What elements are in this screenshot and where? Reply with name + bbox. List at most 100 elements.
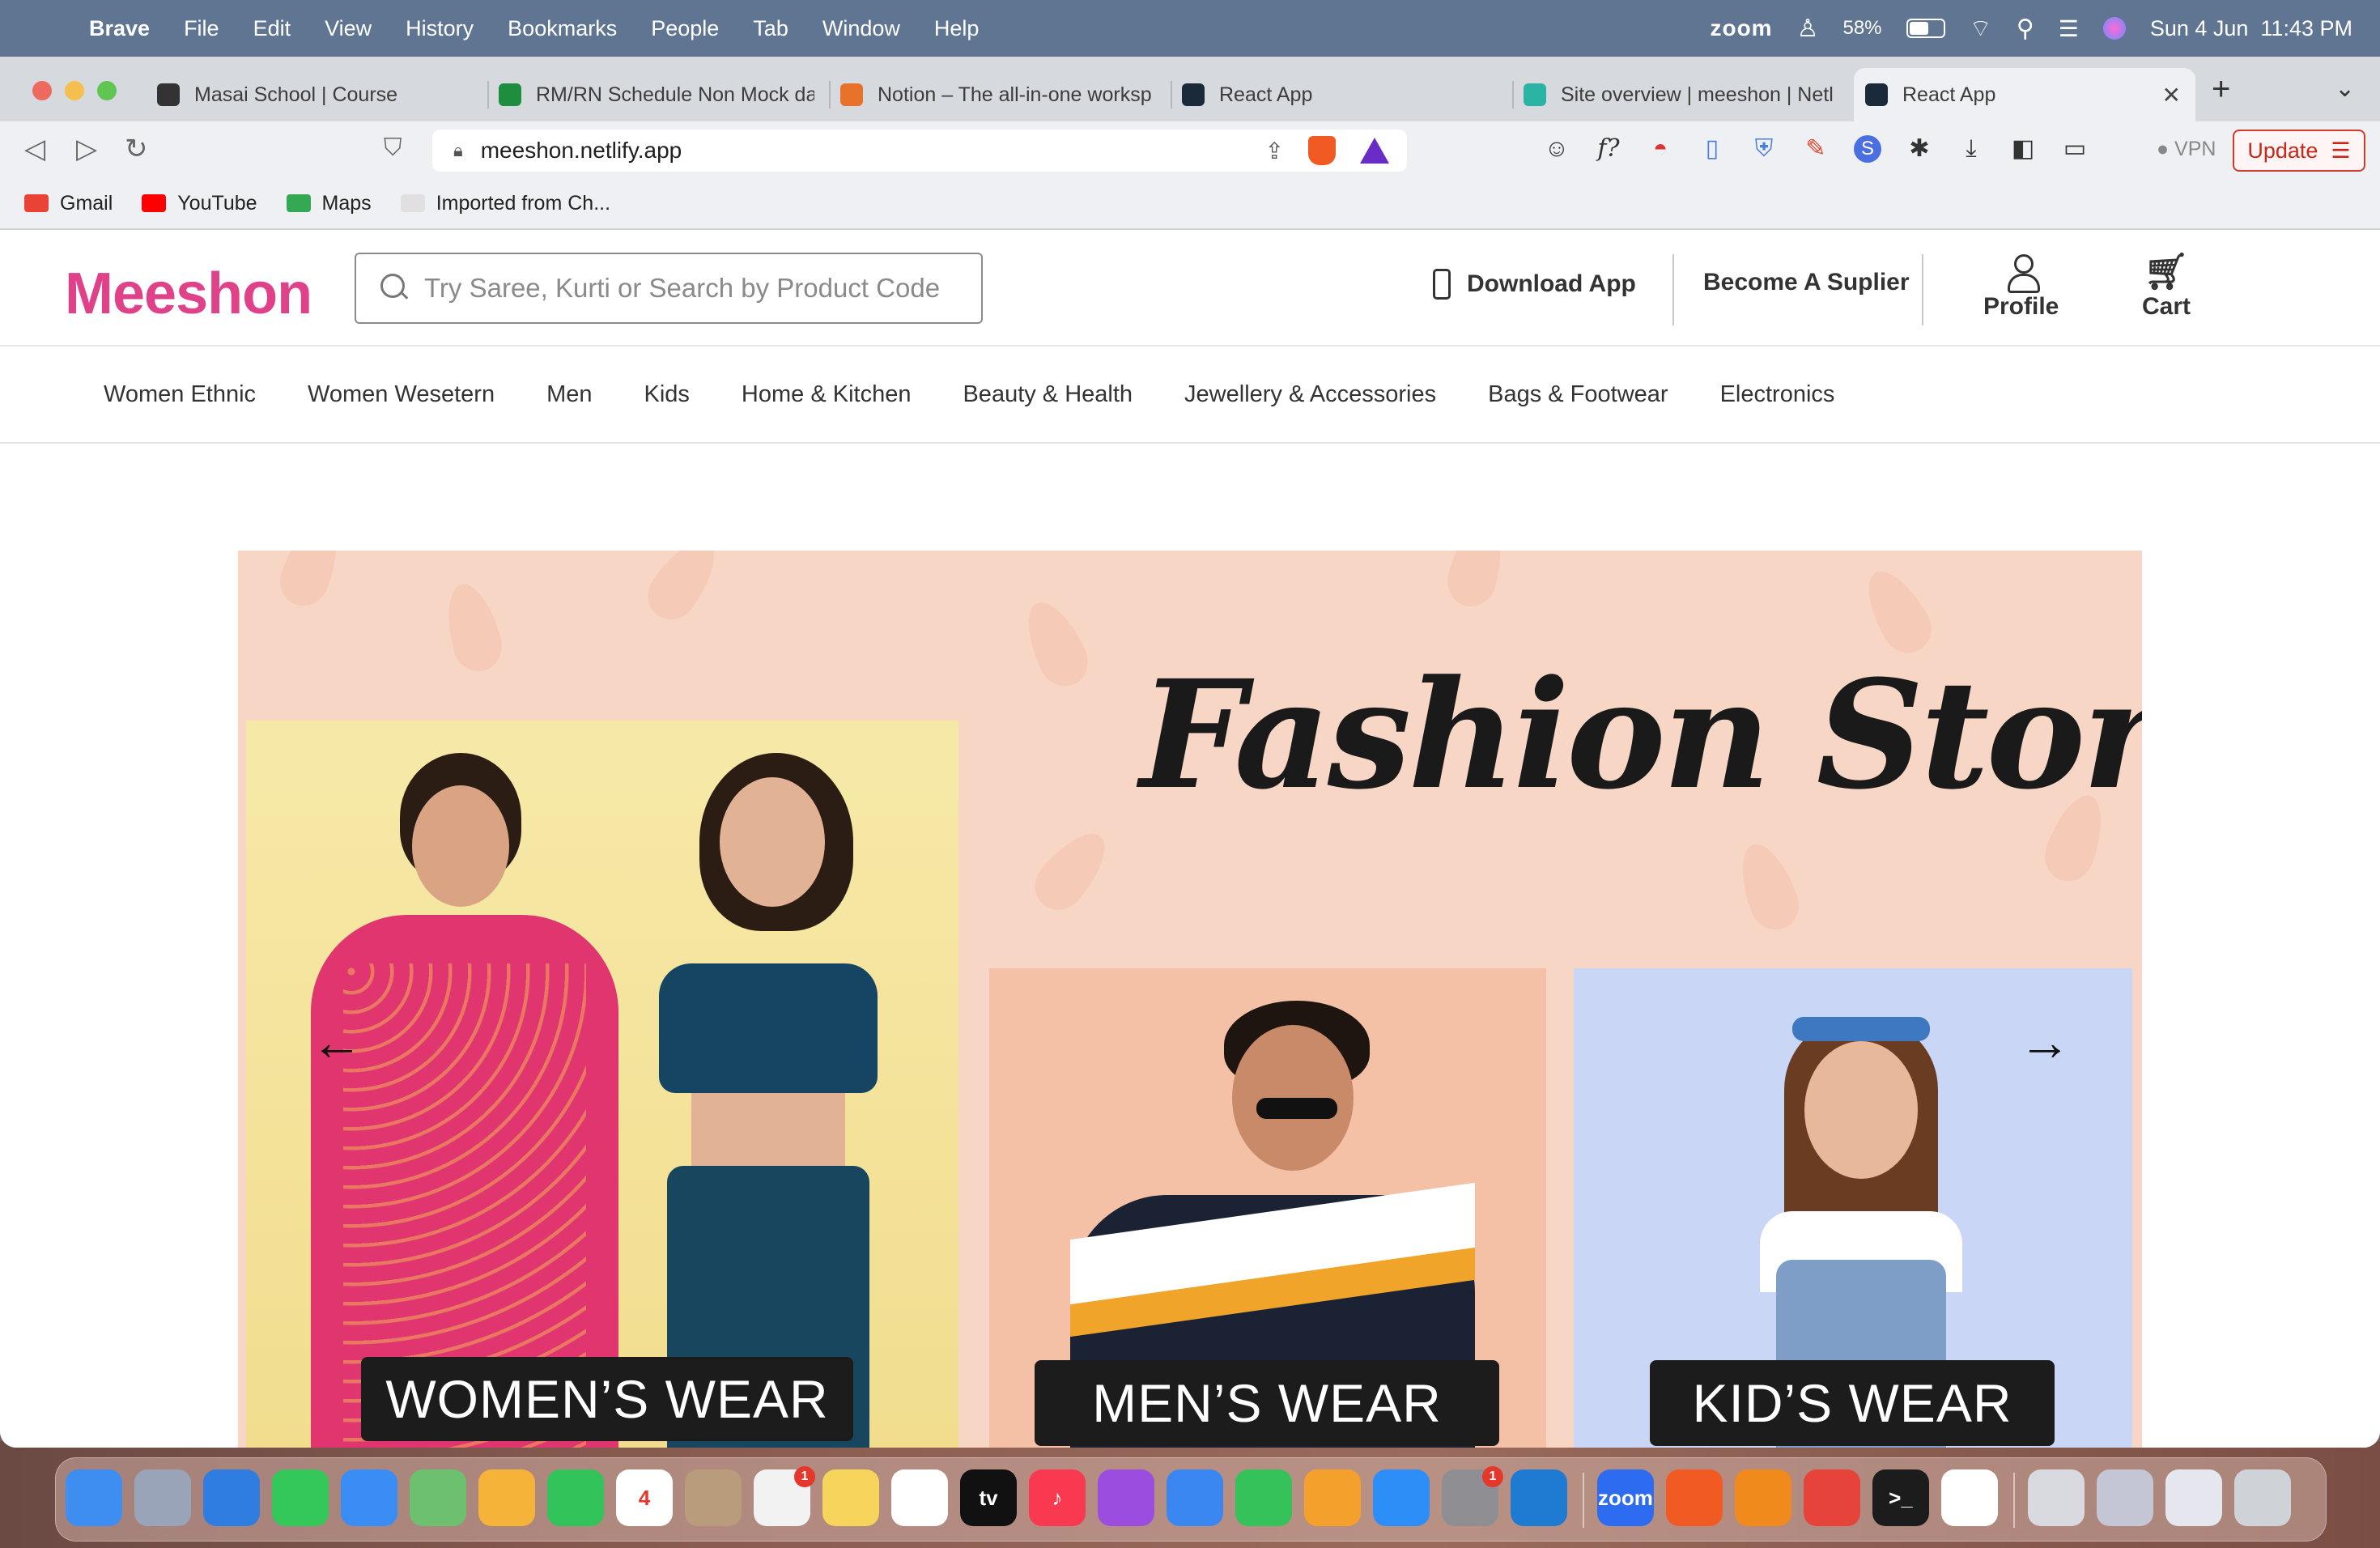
extension-s-icon[interactable]: S [1854, 134, 1881, 163]
dock-launchpad-icon[interactable] [134, 1469, 191, 1526]
dock-system-settings-icon[interactable]: 1 [1442, 1466, 1503, 1526]
category-link[interactable]: Kids [644, 381, 690, 408]
site-logo[interactable]: Meeshon [65, 261, 312, 327]
downloads-icon[interactable]: ⤓ [1957, 135, 1985, 163]
battery-icon[interactable] [1906, 19, 1945, 38]
control-center-icon[interactable]: ☰ [2059, 15, 2079, 42]
category-link[interactable]: Beauty & Health [963, 381, 1133, 408]
extension-clipboard-icon[interactable]: ▯ [1698, 134, 1726, 163]
clock[interactable]: Sun 4 Jun 11:43 PM [2150, 16, 2352, 41]
dock-zoom-icon[interactable]: zoom [1597, 1469, 1654, 1526]
menu-tab[interactable]: Tab [753, 16, 788, 41]
womens-wear-panel[interactable]: WOMEN’S WEAR [246, 721, 958, 1448]
browser-tab[interactable]: RM/RN Schedule Non Mock da [487, 68, 829, 121]
wallet-icon[interactable]: ▭ [2061, 134, 2089, 163]
dock-messages-icon[interactable] [272, 1469, 329, 1526]
menu-people[interactable]: People [651, 16, 719, 41]
dock-keynote-icon[interactable] [1167, 1469, 1223, 1526]
category-link[interactable]: Women Wesetern [308, 381, 495, 408]
menu-window[interactable]: Window [822, 16, 900, 41]
dock-podcasts-icon[interactable] [1098, 1469, 1154, 1526]
address-bar[interactable]: 🔒︎ meeshon.netlify.app ⇪ [432, 130, 1407, 172]
dock-contacts-icon[interactable] [685, 1469, 742, 1526]
update-button[interactable]: Update ☰ [2233, 130, 2365, 172]
mens-wear-panel[interactable]: MEN’S WEAR [989, 968, 1546, 1448]
back-button[interactable]: ◁ [24, 133, 45, 165]
brave-rewards-icon[interactable] [1360, 138, 1389, 164]
become-supplier-link[interactable]: Become A Suplier [1703, 269, 1910, 296]
zoom-status-icon[interactable]: zoom [1710, 15, 1772, 41]
spotlight-search-icon[interactable]: ⚲ [2017, 15, 2034, 43]
alto-status-icon[interactable]: ♙ [1797, 15, 1819, 43]
browser-tab[interactable]: React App ✕ [1854, 68, 2195, 121]
menu-view[interactable]: View [325, 16, 372, 41]
dock-vscode-icon[interactable] [1511, 1469, 1567, 1526]
close-window-button[interactable] [32, 81, 52, 100]
carousel-next-arrow-icon[interactable]: → [2019, 1012, 2071, 1072]
new-tab-button[interactable]: + [2212, 71, 2230, 108]
extension-colorpicker-icon[interactable]: ✎ [1802, 134, 1830, 163]
browser-tab[interactable]: React App [1171, 68, 1512, 121]
menu-file[interactable]: File [184, 16, 219, 41]
cart-button[interactable]: 🛒︎ Cart [2142, 253, 2191, 321]
dock-trash-icon[interactable] [2234, 1469, 2291, 1526]
dock-brave-icon[interactable] [1666, 1469, 1723, 1526]
bookmark-item[interactable]: Maps [286, 192, 372, 215]
category-link[interactable]: Jewellery & Accessories [1184, 381, 1436, 408]
dock-freeform-icon[interactable] [891, 1469, 948, 1526]
category-link[interactable]: Bags & Footwear [1488, 381, 1668, 408]
dock-facetime-icon[interactable] [547, 1469, 604, 1526]
menu-edit[interactable]: Edit [253, 16, 291, 41]
extension-pokeball-icon[interactable]: ◓ [1647, 135, 1674, 163]
brave-shields-icon[interactable] [1308, 136, 1336, 165]
category-link[interactable]: Electronics [1720, 381, 1835, 408]
dock-recent-1-icon[interactable] [2097, 1469, 2153, 1526]
dock-pages-icon[interactable] [1304, 1469, 1361, 1526]
category-link[interactable]: Men [546, 381, 592, 408]
dock-app-store-icon[interactable] [1373, 1469, 1430, 1526]
profile-button[interactable]: Profile [1983, 253, 2059, 321]
dock-terminal-icon[interactable]: >_ [1872, 1469, 1929, 1526]
menu-history[interactable]: History [406, 16, 474, 41]
category-link[interactable]: Women Ethnic [104, 381, 256, 408]
tab-search-chevron-icon[interactable]: ⌄ [2335, 74, 2355, 103]
browser-tab[interactable]: Site overview | meeshon | Netl [1512, 68, 1854, 121]
product-search-input[interactable]: Try Saree, Kurti or Search by Product Co… [355, 253, 983, 324]
dock-vlc-icon[interactable] [1735, 1469, 1791, 1526]
category-link[interactable]: Home & Kitchen [742, 381, 912, 408]
dock-numbers-icon[interactable] [1235, 1469, 1292, 1526]
extension-shield-icon[interactable]: ⛨ [1750, 135, 1778, 163]
siri-icon[interactable] [2102, 17, 2126, 40]
dock-music-icon[interactable]: ♪ [1029, 1469, 1086, 1526]
browser-tab[interactable]: Masai School | Course [146, 68, 487, 121]
dock-calendar-icon[interactable]: 4 [616, 1469, 673, 1526]
download-app-link[interactable]: Download App [1433, 269, 1636, 300]
dock-maps-icon[interactable] [410, 1469, 466, 1526]
menu-app-name[interactable]: Brave [89, 16, 150, 41]
wifi-icon[interactable]: ⌔ [1970, 13, 1992, 44]
bookmark-item[interactable]: Imported from Ch... [400, 192, 610, 215]
dock-downloads-icon[interactable] [2028, 1469, 2085, 1526]
dock-reminders-icon[interactable]: 1 [754, 1466, 815, 1526]
dock-photos-icon[interactable] [478, 1469, 535, 1526]
lock-icon[interactable]: 🔒︎ [453, 140, 463, 161]
minimize-window-button[interactable] [65, 81, 84, 100]
dock-safari-icon[interactable] [203, 1469, 260, 1526]
bookmark-item[interactable]: Gmail [24, 192, 113, 215]
close-tab-icon[interactable]: ✕ [2162, 82, 2181, 108]
menu-help[interactable]: Help [934, 16, 980, 41]
dock-chrome-icon[interactable] [1804, 1469, 1860, 1526]
reload-button[interactable]: ↻ [125, 133, 148, 165]
menu-bookmarks[interactable]: Bookmarks [508, 16, 617, 41]
dock-slack-icon[interactable] [1941, 1469, 1998, 1526]
share-icon[interactable]: ⇪ [1265, 138, 1284, 164]
forward-button[interactable]: ▷ [76, 133, 97, 165]
bookmark-icon[interactable]: ⛉ [384, 134, 402, 162]
carousel-prev-arrow-icon[interactable]: ← [311, 1012, 363, 1072]
extension-emoji-icon[interactable]: ☺ [1543, 135, 1570, 163]
zoom-window-button[interactable] [97, 81, 117, 100]
extensions-puzzle-icon[interactable]: ✱ [1906, 134, 1933, 163]
url-text[interactable]: meeshon.netlify.app [481, 138, 682, 164]
vpn-button[interactable]: ● VPN [2157, 138, 2216, 161]
browser-tab[interactable]: Notion – The all-in-one worksp [829, 68, 1171, 121]
